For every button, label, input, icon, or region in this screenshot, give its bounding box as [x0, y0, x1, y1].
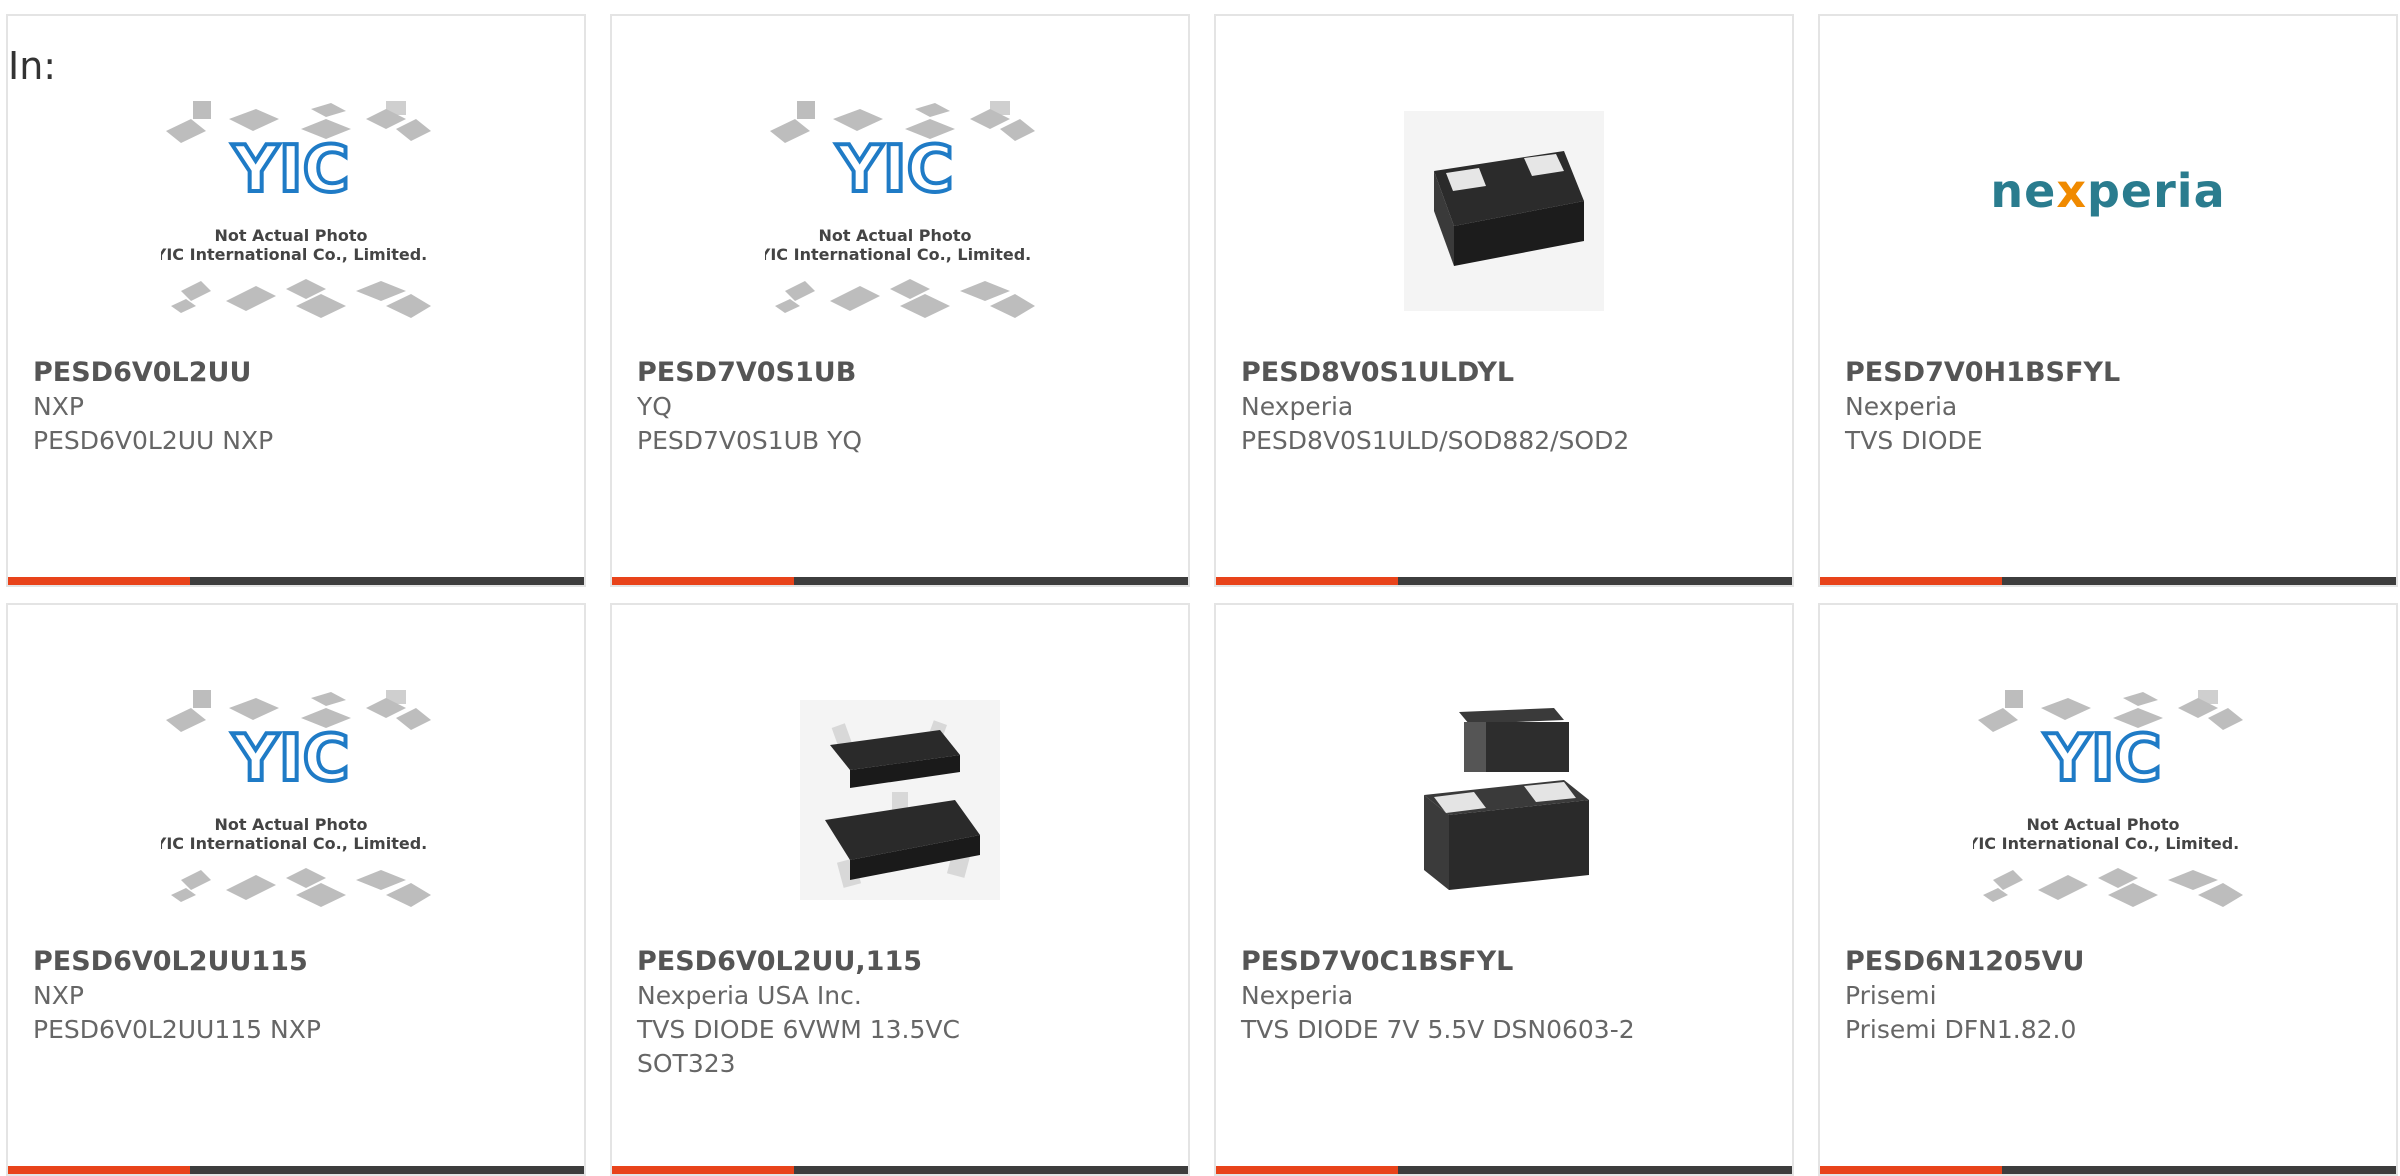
svg-text:YIC International Co., Limited: YIC International Co., Limited.	[161, 834, 427, 853]
product-card[interactable]: YIC Not Actual Photo YIC International C…	[1818, 603, 2398, 1176]
description: PESD7V0S1UB YQ	[637, 426, 863, 455]
card-accent-bar	[1216, 1166, 1398, 1174]
part-number[interactable]: PESD6V0L2UU,115	[637, 945, 1168, 979]
part-number[interactable]: PESD6V0L2UU115	[33, 945, 564, 979]
card-bottom-bar	[612, 577, 1188, 585]
part-number[interactable]: PESD8V0S1ULDYL	[1241, 356, 1772, 390]
card-bottom-bar	[1216, 577, 1792, 585]
part-number[interactable]: PESD7V0C1BSFYL	[1241, 945, 1772, 979]
manufacturer: NXP	[33, 981, 84, 1010]
product-image: nexperia	[1820, 36, 2396, 346]
card-accent-bar	[8, 1166, 190, 1174]
part-number[interactable]: PESD6N1205VU	[1845, 945, 2376, 979]
manufacturer: YQ	[637, 392, 672, 421]
product-card[interactable]: PESD7V0C1BSFYL Nexperia TVS DIODE 7V 5.5…	[1214, 603, 1794, 1176]
description: PESD8V0S1ULD/SOD882/SOD2	[1241, 426, 1630, 455]
manufacturer: Nexperia	[1241, 392, 1354, 421]
product-card[interactable]: YIC Not Actual Photo YIC International C…	[6, 603, 586, 1176]
manufacturer: Nexperia	[1845, 392, 1958, 421]
description: TVS DIODE 7V 5.5V DSN0603-2	[1241, 1015, 1635, 1044]
manufacturer: NXP	[33, 392, 84, 421]
yic-logo: YIC	[2043, 722, 2161, 796]
part-number[interactable]: PESD7V0H1BSFYL	[1845, 356, 2376, 390]
part-number[interactable]: PESD6V0L2UU	[33, 356, 564, 390]
in-label: In:	[8, 44, 57, 88]
chip-stack-photo	[1404, 700, 1604, 900]
card-bottom-bar	[1820, 1166, 2396, 1174]
svg-text:YIC International Co., Limited: YIC International Co., Limited.	[765, 245, 1031, 264]
yic-logo: YIC	[231, 722, 349, 796]
card-bottom-bar	[1216, 1166, 1792, 1174]
svg-text:YIC International Co., Limited: YIC International Co., Limited.	[1973, 834, 2239, 853]
nexperia-logo: nexperia	[1990, 164, 2226, 218]
svg-text:Not Actual Photo: Not Actual Photo	[818, 226, 971, 245]
card-bottom-bar	[612, 1166, 1188, 1174]
product-card[interactable]: YIC Not Actual Photo YIC International C…	[6, 14, 586, 587]
placeholder-photo: YIC Not Actual Photo YIC International C…	[161, 680, 431, 920]
svg-text:Not Actual Photo: Not Actual Photo	[214, 815, 367, 834]
product-card[interactable]: PESD8V0S1ULDYL Nexperia PESD8V0S1ULD/SOD…	[1214, 14, 1794, 587]
product-image	[612, 645, 1188, 955]
product-image: YIC Not Actual Photo YIC International C…	[8, 56, 584, 366]
card-accent-bar	[612, 577, 794, 585]
description: TVS DIODE	[1845, 426, 1983, 455]
manufacturer: Nexperia USA Inc.	[637, 981, 862, 1010]
product-card[interactable]: PESD6V0L2UU,115 Nexperia USA Inc. TVS DI…	[610, 603, 1190, 1176]
yic-logo: YIC	[835, 133, 953, 207]
yic-logo: YIC	[231, 133, 349, 207]
description: TVS DIODE 6VWM 13.5VC	[637, 1015, 960, 1044]
part-number[interactable]: PESD7V0S1UB	[637, 356, 1168, 390]
placeholder-photo: YIC Not Actual Photo YIC International C…	[161, 91, 431, 331]
card-accent-bar	[612, 1166, 794, 1174]
description-line2: SOT323	[637, 1049, 736, 1078]
chip-photo	[1404, 111, 1604, 311]
card-bottom-bar	[8, 1166, 584, 1174]
description: PESD6V0L2UU115 NXP	[33, 1015, 321, 1044]
card-bottom-bar	[8, 577, 584, 585]
product-card[interactable]: nexperia PESD7V0H1BSFYL Nexperia TVS DIO…	[1818, 14, 2398, 587]
manufacturer: Prisemi	[1845, 981, 1937, 1010]
svg-text:YIC International Co., Limited: YIC International Co., Limited.	[161, 245, 427, 264]
manufacturer: Nexperia	[1241, 981, 1354, 1010]
description: Prisemi DFN1.82.0	[1845, 1015, 2077, 1044]
card-accent-bar	[1216, 577, 1398, 585]
product-image: YIC Not Actual Photo YIC International C…	[8, 645, 584, 955]
product-card[interactable]: YIC Not Actual Photo YIC International C…	[610, 14, 1190, 587]
product-grid: YIC Not Actual Photo YIC International C…	[6, 14, 2398, 1176]
card-accent-bar	[1820, 1166, 2002, 1174]
product-image	[1216, 645, 1792, 955]
svg-text:Not Actual Photo: Not Actual Photo	[214, 226, 367, 245]
card-bottom-bar	[1820, 577, 2396, 585]
product-image: YIC Not Actual Photo YIC International C…	[1820, 645, 2396, 955]
product-image: YIC Not Actual Photo YIC International C…	[612, 56, 1188, 366]
svg-text:Not Actual Photo: Not Actual Photo	[2026, 815, 2179, 834]
description: PESD6V0L2UU NXP	[33, 426, 274, 455]
card-accent-bar	[8, 577, 190, 585]
card-accent-bar	[1820, 577, 2002, 585]
product-image	[1216, 56, 1792, 366]
placeholder-photo: YIC Not Actual Photo YIC International C…	[765, 91, 1035, 331]
placeholder-photo: YIC Not Actual Photo YIC International C…	[1973, 680, 2243, 920]
sot323-photo	[800, 700, 1000, 900]
